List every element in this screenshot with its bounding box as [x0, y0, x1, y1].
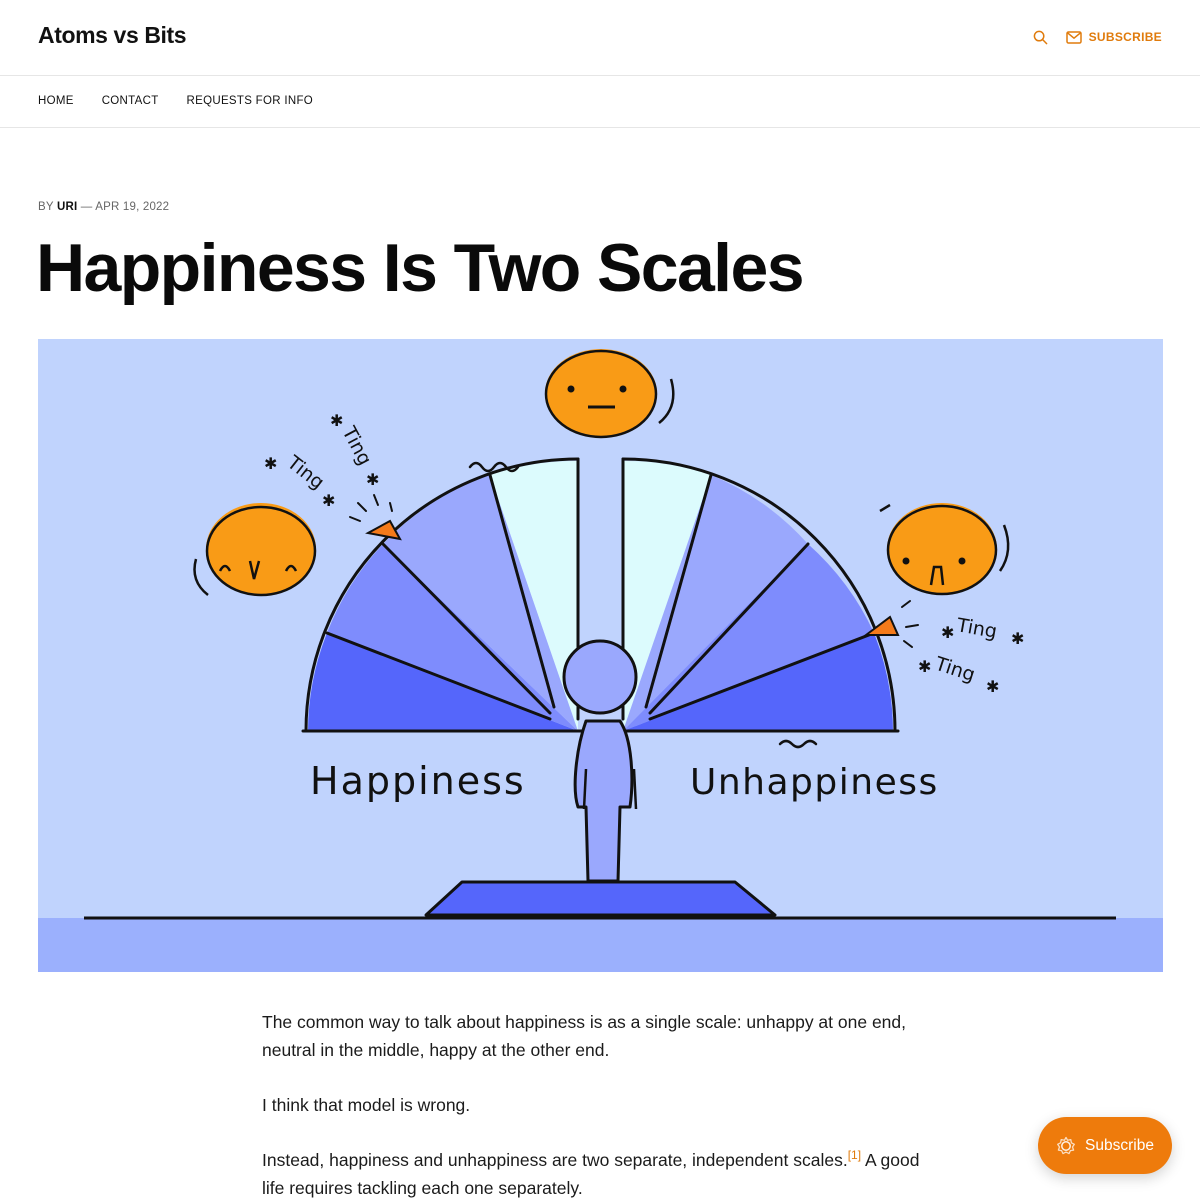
nav-item-home[interactable]: HOME	[38, 95, 74, 107]
post-date: APR 19, 2022	[95, 201, 170, 213]
site-header: Atoms vs Bits SUBSCRIBE	[0, 0, 1200, 76]
paragraph: I think that model is wrong.	[262, 1095, 471, 1115]
nav-item-contact[interactable]: CONTACT	[102, 95, 159, 107]
ting-label-right-lower: Ting	[932, 653, 978, 687]
header-actions: SUBSCRIBE	[1032, 28, 1162, 46]
author-link[interactable]: URI	[57, 201, 77, 213]
search-button[interactable]	[1032, 28, 1050, 46]
subscribe-link[interactable]: SUBSCRIBE	[1065, 30, 1162, 44]
nav-item-requests-for-info[interactable]: REQUESTS FOR INFO	[187, 95, 314, 107]
sparkle-mark: ✱	[366, 470, 379, 489]
post-title: Happiness Is Two Scales	[36, 230, 805, 306]
stick-figure	[562, 639, 638, 883]
sparkle-mark: ✱	[264, 454, 277, 473]
sparkle-mark: ✱	[986, 677, 999, 696]
nav-list: HOME CONTACT REQUESTS FOR INFO	[38, 95, 313, 107]
paragraph-text: Instead, happiness and unhappiness are t…	[262, 1150, 848, 1170]
happiness-label: Happiness	[310, 759, 526, 803]
happy-face	[193, 503, 317, 597]
sad-face	[879, 503, 1010, 596]
hero-svg: Happiness Unhappiness Ting Ting Ting Tin…	[38, 349, 1163, 972]
ting-label-left-lower: Ting	[282, 451, 328, 494]
paragraph: The common way to talk about happiness i…	[262, 1012, 907, 1060]
search-icon	[1033, 30, 1048, 44]
gauge-pointer-left	[365, 519, 402, 541]
ting-label-right-upper: Ting	[954, 614, 999, 643]
subscribe-label: SUBSCRIBE	[1088, 30, 1162, 44]
ground-band	[38, 918, 1163, 972]
post-content: The common way to talk about happiness i…	[262, 1008, 938, 1200]
footnote-link[interactable]: [1]	[848, 1148, 861, 1162]
site-title[interactable]: Atoms vs Bits	[38, 22, 187, 49]
sparkle-mark: ✱	[1011, 629, 1024, 648]
sparkle-mark: ✱	[918, 657, 931, 676]
byline-separator: —	[80, 201, 93, 213]
hero-illustration: Happiness Unhappiness Ting Ting Ting Tin…	[38, 339, 1163, 972]
squiggle-mark	[778, 739, 818, 749]
floating-subscribe-label: Subscribe	[1085, 1136, 1154, 1154]
sparkle-mark: ✱	[322, 491, 335, 510]
platform	[424, 880, 777, 917]
main-nav: HOME CONTACT REQUESTS FOR INFO	[0, 76, 1200, 128]
floating-subscribe-button[interactable]: Subscribe	[1038, 1117, 1172, 1174]
post-byline: BY URI — APR 19, 2022	[38, 201, 169, 213]
unhappiness-label: Unhappiness	[690, 762, 939, 803]
sparkle-mark: ✱	[330, 411, 343, 430]
mail-icon	[1065, 30, 1082, 44]
paragraph: Instead, happiness and unhappiness are t…	[262, 1146, 938, 1200]
gear-badge-icon	[1057, 1136, 1075, 1154]
byline-prefix: BY	[38, 201, 54, 213]
neutral-face	[544, 349, 675, 439]
sparkle-mark: ✱	[941, 623, 954, 642]
